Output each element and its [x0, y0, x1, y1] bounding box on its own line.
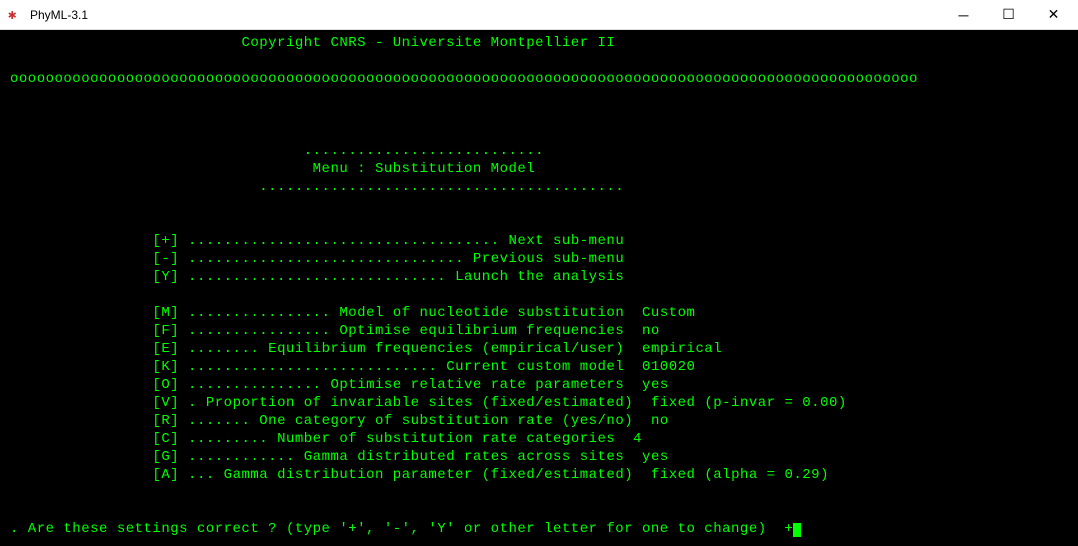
option-row: [C] ......... Number of substitution rat… [10, 431, 642, 447]
option-row: [A] ... Gamma distribution parameter (fi… [10, 467, 829, 483]
menu-dots-bottom: ........................................… [10, 179, 624, 195]
cursor-icon [793, 523, 801, 537]
menu-title-line: Menu : Substitution Model [10, 161, 535, 177]
maximize-button[interactable]: ☐ [986, 0, 1031, 29]
copyright-line: Copyright CNRS - Universite Montpellier … [10, 35, 615, 51]
option-row: [E] ........ Equilibrium frequencies (em… [10, 341, 722, 357]
nav-item-launch: [Y] ............................. Launch… [10, 269, 624, 285]
window-title: PhyML-3.1 [30, 8, 88, 22]
option-row: [F] ................ Optimise equilibriu… [10, 323, 660, 339]
title-bar: ✱ PhyML-3.1 ─ ☐ ✕ [0, 0, 1078, 30]
option-row: [M] ................ Model of nucleotide… [10, 305, 695, 321]
option-row: [O] ............... Optimise relative ra… [10, 377, 669, 393]
option-row: [V] . Proportion of invariable sites (fi… [10, 395, 847, 411]
nav-item-next: [+] ................................... … [10, 233, 624, 249]
menu-dots-top: ........................... [10, 143, 544, 159]
title-left: ✱ PhyML-3.1 [2, 7, 88, 23]
terminal[interactable]: Copyright CNRS - Universite Montpellier … [0, 30, 1078, 546]
close-button[interactable]: ✕ [1031, 0, 1076, 29]
nav-item-prev: [-] ............................... Prev… [10, 251, 624, 267]
window-controls: ─ ☐ ✕ [941, 0, 1076, 29]
option-row: [G] ............ Gamma distributed rates… [10, 449, 669, 465]
minimize-button[interactable]: ─ [941, 0, 986, 29]
prompt-line: . Are these settings correct ? (type '+'… [10, 521, 793, 537]
divider-line: oooooooooooooooooooooooooooooooooooooooo… [10, 71, 918, 87]
option-row: [R] ....... One category of substitution… [10, 413, 669, 429]
option-row: [K] ............................ Current… [10, 359, 695, 375]
app-icon: ✱ [8, 7, 24, 23]
